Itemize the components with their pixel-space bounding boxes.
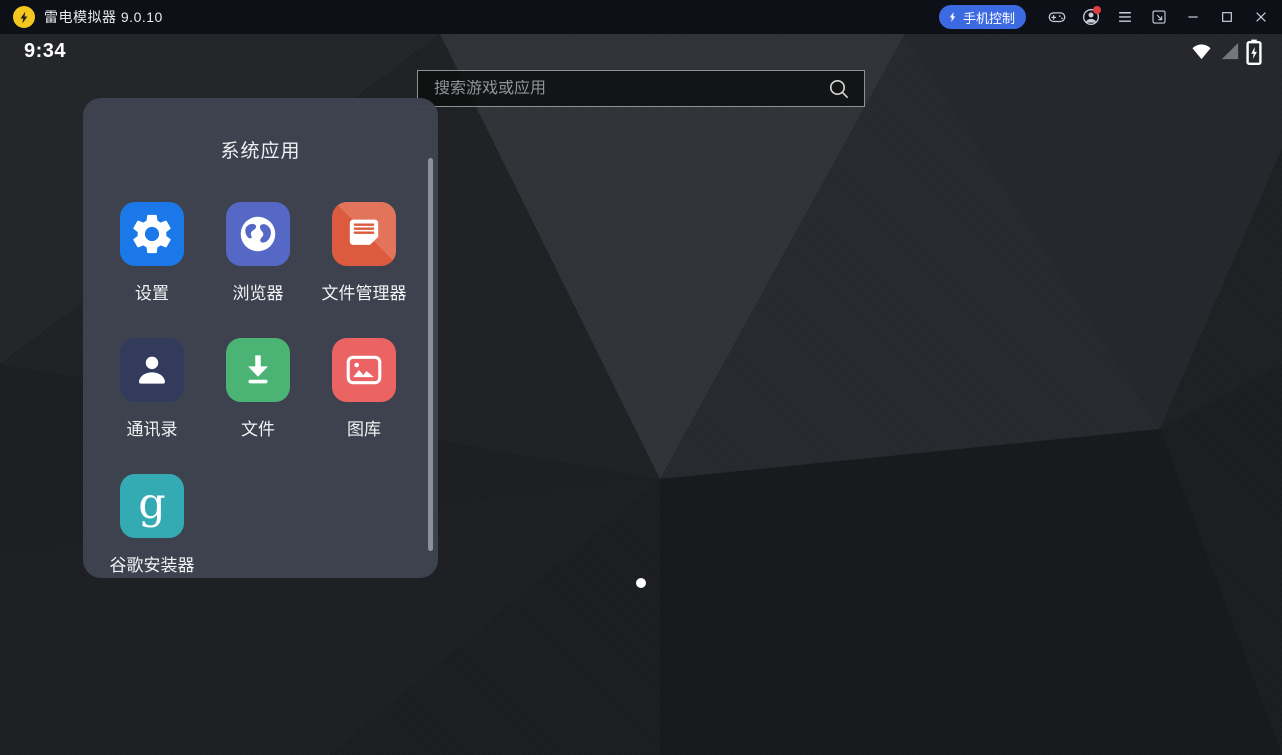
resize-window-icon[interactable] (1142, 0, 1176, 34)
maximize-button[interactable] (1210, 0, 1244, 34)
app-label: 通讯录 (127, 415, 178, 440)
app-label: 图库 (347, 415, 381, 440)
settings-gear-icon (120, 202, 184, 266)
gallery-image-icon (332, 338, 396, 402)
app-settings[interactable]: 设置 (99, 202, 205, 338)
status-time: 9:34 (24, 40, 66, 63)
search-bar (417, 70, 865, 107)
app-google-installer[interactable]: g 谷歌安装器 (99, 474, 205, 610)
app-contacts[interactable]: 通讯录 (99, 338, 205, 474)
ldplayer-logo-icon (13, 6, 35, 28)
minimize-button[interactable] (1176, 0, 1210, 34)
android-screen: 9:34 系统应用 设置 (0, 34, 1282, 755)
app-gallery[interactable]: 图库 (311, 338, 417, 474)
folder-scrollbar[interactable] (428, 158, 433, 551)
search-icon[interactable] (826, 76, 852, 102)
app-label: 设置 (135, 279, 169, 304)
notification-dot (1093, 6, 1101, 14)
window-titlebar: 雷电模拟器 9.0.10 手机控制 (0, 0, 1282, 34)
app-label: 谷歌安装器 (110, 551, 195, 576)
g-letter-glyph: g (138, 483, 166, 526)
app-files[interactable]: 文件 (205, 338, 311, 474)
app-label: 文件 (241, 415, 275, 440)
app-label: 文件管理器 (322, 279, 407, 304)
account-icon[interactable] (1074, 0, 1108, 34)
app-file-manager[interactable]: 文件管理器 (311, 202, 417, 338)
file-manager-icon (332, 202, 396, 266)
files-download-icon (226, 338, 290, 402)
close-button[interactable] (1244, 0, 1278, 34)
folder-title: 系统应用 (83, 136, 438, 163)
system-apps-folder: 系统应用 设置 浏览器 (83, 98, 438, 578)
app-browser[interactable]: 浏览器 (205, 202, 311, 338)
lightning-icon (947, 11, 959, 23)
signal-icon (1218, 39, 1241, 62)
app-grid: 设置 浏览器 (99, 202, 417, 610)
page-indicator-dot (636, 578, 646, 588)
browser-globe-icon (226, 202, 290, 266)
battery-charging-icon (1246, 39, 1262, 65)
window-title: 雷电模拟器 9.0.10 (44, 7, 163, 27)
menu-icon[interactable] (1108, 0, 1142, 34)
app-label: 浏览器 (233, 279, 284, 304)
gamepad-icon[interactable] (1040, 0, 1074, 34)
contacts-person-icon (120, 338, 184, 402)
google-installer-icon: g (120, 474, 184, 538)
wifi-icon (1190, 39, 1213, 62)
phone-control-button[interactable]: 手机控制 (939, 5, 1026, 29)
search-input[interactable] (434, 80, 826, 98)
